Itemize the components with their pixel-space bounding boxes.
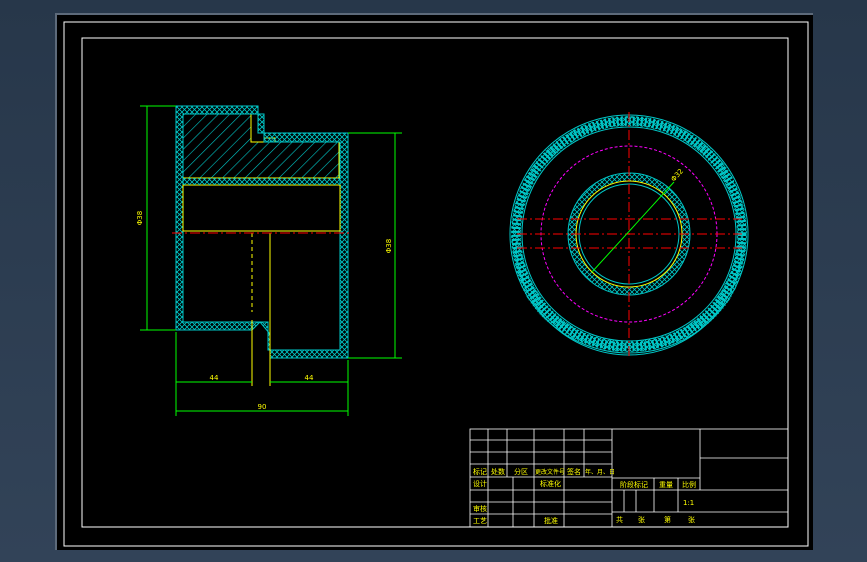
tb-sheet-word: 张 xyxy=(638,515,645,524)
tb-scale-value: 1:1 xyxy=(683,499,694,507)
tb-change-doc: 更改文件号 xyxy=(535,468,565,476)
drawing-svg: Φ38 Φ38 44 44 90 Φ32 标记 处数 分区 更改文件号 签名 年… xyxy=(63,21,809,547)
tb-sheet-total: 共 xyxy=(616,515,623,524)
tb-sheet-no: 第 xyxy=(664,515,671,524)
end-view xyxy=(509,112,749,357)
tb-sign: 签名 xyxy=(567,467,581,476)
tb-count: 处数 xyxy=(491,467,505,476)
tb-design: 设计 xyxy=(473,479,487,488)
tb-process: 工艺 xyxy=(473,517,487,525)
dim-hole-diameter: Φ32 xyxy=(670,167,686,183)
tb-weight: 重量 xyxy=(659,481,673,489)
dim-left-height: Φ38 xyxy=(136,211,144,225)
dim-bottom-left: 44 xyxy=(210,374,219,382)
tb-approve: 批准 xyxy=(544,516,558,525)
tb-standardization: 标准化 xyxy=(540,479,561,488)
cad-window: Φ38 Φ38 44 44 90 Φ32 标记 处数 分区 更改文件号 签名 年… xyxy=(0,0,867,562)
dim-right-height: Φ38 xyxy=(385,239,393,253)
dim-overall-width: 90 xyxy=(258,403,267,411)
tb-zone: 分区 xyxy=(514,467,528,476)
section-view xyxy=(172,105,352,386)
tb-mark: 标记 xyxy=(473,467,487,476)
tb-stage-mark: 阶段标记 xyxy=(620,480,648,489)
dim-bottom-right: 44 xyxy=(305,374,314,382)
tb-date: 年、月、日 xyxy=(585,468,615,476)
tb-review: 审核 xyxy=(473,504,487,513)
tb-scale: 比例 xyxy=(682,480,696,489)
tb-sheet-word2: 张 xyxy=(688,515,695,524)
drawing-canvas[interactable]: Φ38 Φ38 44 44 90 Φ32 标记 处数 分区 更改文件号 签名 年… xyxy=(55,13,813,550)
title-block xyxy=(469,428,789,528)
